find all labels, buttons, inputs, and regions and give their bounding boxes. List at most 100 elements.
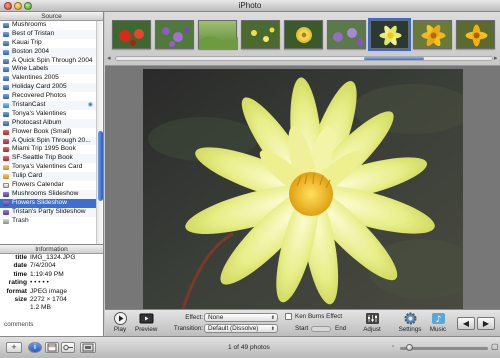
- gear-icon: [403, 312, 418, 325]
- source-item[interactable]: Mushrooms Slideshow: [0, 189, 103, 199]
- previous-photo-button[interactable]: ◀: [457, 317, 475, 330]
- flower-thumb-red[interactable]: [112, 20, 151, 49]
- info-format-value: JPEG image: [30, 287, 68, 295]
- filmstrip-scroll-thumb[interactable]: [364, 57, 424, 60]
- key-icon: [63, 344, 73, 351]
- info-date-row: date 7/4/2004: [0, 262, 103, 270]
- info-comments-label[interactable]: comments: [4, 321, 33, 328]
- flower-thumb-purple[interactable]: [155, 20, 194, 49]
- flower-thumb-yellow-large[interactable]: [413, 20, 452, 49]
- information-pane: Information title IMG_1324.JPG date 7/4/…: [0, 244, 104, 336]
- source-item[interactable]: A Quick Spin Through 2004: [0, 57, 103, 66]
- source-item[interactable]: Flower Book (Small): [0, 128, 103, 137]
- keywords-button[interactable]: [61, 342, 75, 353]
- source-item[interactable]: Tonya's Valentines Card: [0, 163, 103, 172]
- flower-thumb-purple-field[interactable]: [327, 20, 366, 49]
- next-photo-button[interactable]: ▶: [477, 317, 495, 330]
- music-button[interactable]: ♪ Music: [427, 312, 449, 333]
- info-title-value[interactable]: IMG_1324.JPG: [30, 254, 75, 262]
- info-size-row: size 2272 × 1704: [0, 296, 103, 304]
- source-item[interactable]: Mushrooms: [0, 21, 103, 30]
- preview-button[interactable]: Preview: [135, 312, 157, 333]
- filmstrip-scroll-right-icon[interactable]: ▸: [494, 54, 498, 62]
- album-icon: [3, 23, 9, 28]
- settings-button[interactable]: Settings: [397, 312, 423, 333]
- info-title-label: title: [15, 254, 27, 261]
- calendar-icon: [47, 343, 57, 352]
- ken-burns-start-label[interactable]: Start: [295, 325, 308, 332]
- adjust-label: Adjust: [363, 326, 381, 333]
- filmstrip-scrollbar[interactable]: [115, 56, 493, 61]
- info-rating-value[interactable]: • • • • •: [30, 279, 49, 287]
- calendar-view-button[interactable]: [45, 342, 59, 353]
- source-header: Source: [0, 12, 103, 21]
- flower-thumb-waterlily[interactable]: [368, 18, 411, 51]
- fullscreen-icon: [82, 343, 94, 352]
- source-item[interactable]: A Quick Spin Through 20...: [0, 136, 103, 146]
- play-button[interactable]: Play: [109, 312, 131, 333]
- source-item[interactable]: Tulip Card: [0, 172, 103, 182]
- source-list: Mushrooms Best of Tristan Kauai Trip Boston…: [0, 21, 103, 225]
- album-icon: [3, 76, 9, 82]
- info-size-value: 2272 × 1704: [30, 295, 67, 303]
- filmstrip-scroll-left-icon[interactable]: ◂: [107, 54, 111, 62]
- effect-select[interactable]: None ⬍: [204, 313, 278, 322]
- source-item[interactable]: TristanCast ◉: [0, 101, 103, 110]
- filmstrip: ◂ ▸: [105, 12, 500, 66]
- ken-burns-end-label[interactable]: End: [335, 325, 346, 332]
- source-item[interactable]: Recovered Photos: [0, 92, 103, 101]
- info-time-label: time: [13, 270, 27, 278]
- source-item-label: TristanCast: [12, 101, 46, 109]
- source-scroll-thumb[interactable]: [98, 131, 103, 201]
- source-item[interactable]: Miami Trip 1995 Book: [0, 145, 103, 154]
- arrow-right-icon: ▶: [482, 319, 490, 328]
- photocast-icon: [3, 103, 9, 109]
- information-header: Information: [0, 245, 103, 254]
- source-item[interactable]: Boston 2004: [0, 47, 103, 57]
- window-title: iPhoto: [238, 1, 262, 10]
- source-item-label: Tulip Card: [12, 172, 43, 180]
- source-item[interactable]: Holiday Card 2005: [0, 83, 103, 93]
- source-item-label: Tonya's Valentines Card: [12, 163, 83, 171]
- flower-thumb-green[interactable]: [198, 20, 238, 50]
- album-icon: [3, 94, 9, 100]
- album-icon: [3, 58, 9, 64]
- title-bar: iPhoto: [0, 0, 500, 12]
- album-icon: [3, 85, 9, 91]
- album-icon: [3, 67, 9, 73]
- source-item[interactable]: Tristan's Party Slideshow: [0, 207, 103, 217]
- info-date-value[interactable]: 7/4/2004: [30, 262, 56, 270]
- music-label: Music: [429, 326, 447, 333]
- zoom-slider[interactable]: [400, 344, 488, 351]
- flower-thumb-yellow-bloom[interactable]: [284, 20, 323, 49]
- source-item[interactable]: Photocast Album: [0, 118, 103, 128]
- source-scrollbar[interactable]: [96, 21, 103, 244]
- main-photo[interactable]: [143, 69, 463, 309]
- fullscreen-button[interactable]: [80, 342, 96, 353]
- source-item-label: A Quick Spin Through 2004: [12, 56, 93, 64]
- source-item[interactable]: Trash: [0, 217, 103, 226]
- flower-thumb-yellow-last[interactable]: [456, 20, 495, 49]
- add-album-button[interactable]: +: [6, 342, 22, 353]
- zoom-large-icon: ▢: [491, 342, 499, 351]
- effect-value: None: [208, 314, 224, 321]
- info-button[interactable]: i: [28, 342, 42, 353]
- slideshow-viewer: [105, 66, 500, 309]
- source-item[interactable]: SF-Seattle Trip Book: [0, 154, 103, 164]
- transition-select[interactable]: Default (Dissolve) ⬍: [204, 324, 278, 333]
- source-item[interactable]: Flowers Calendar: [0, 181, 103, 190]
- info-filesize-value: 1.2 MB: [30, 304, 51, 312]
- transition-label: Transition:: [173, 325, 203, 332]
- adjust-button[interactable]: Adjust: [361, 312, 383, 333]
- flower-thumb-yellow-small[interactable]: [241, 20, 280, 49]
- source-item[interactable]: Flowers Slideshow: [0, 198, 103, 208]
- source-item[interactable]: Best of Tristan: [0, 29, 103, 39]
- source-item[interactable]: Valentines 2005: [0, 74, 103, 83]
- zoom-slider-knob[interactable]: [406, 344, 413, 351]
- ken-burns-slider[interactable]: [311, 326, 331, 332]
- ken-burns-checkbox[interactable]: [285, 313, 292, 320]
- source-item[interactable]: Kauai Trip: [0, 39, 103, 48]
- source-item[interactable]: Tonya's Valentines: [0, 110, 103, 119]
- book-icon: [3, 138, 9, 144]
- source-item[interactable]: Wine Labels: [0, 65, 103, 75]
